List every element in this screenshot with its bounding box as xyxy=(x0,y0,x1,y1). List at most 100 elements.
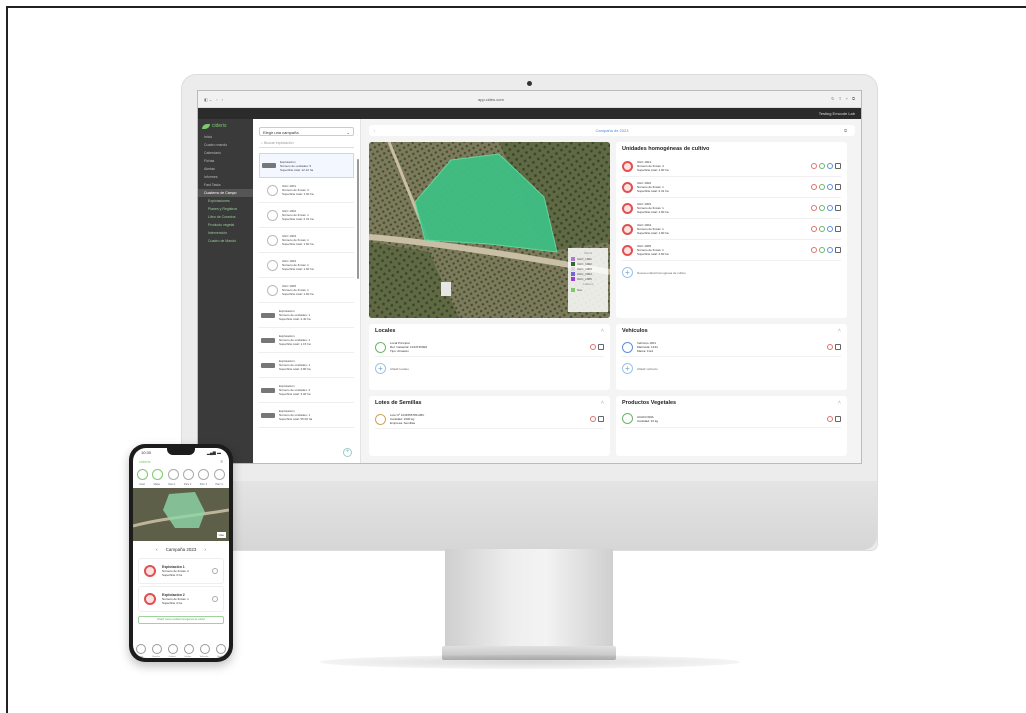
info-icon[interactable] xyxy=(819,205,825,211)
add-local-button[interactable]: + Añadir locales xyxy=(375,363,604,374)
legend-toggle[interactable]: Uso xyxy=(571,288,605,292)
share-icon[interactable]: ⇪ xyxy=(838,96,841,101)
list-item[interactable]: UHC 1003 Número de fincas: 1 Superficie to… xyxy=(259,228,354,253)
local-row[interactable]: Local Principal Ref. Catastral: 1234T454… xyxy=(375,338,604,357)
nav-icon[interactable] xyxy=(216,644,226,654)
view-icon[interactable] xyxy=(827,184,833,190)
legend-item[interactable]: UHC_1004 xyxy=(571,272,605,276)
phone-add-uhc-button[interactable]: Añadir nueva unidad homogénea de cultivo xyxy=(138,616,224,624)
list-item[interactable]: Explotación Número de unidades: 1 Superfic… xyxy=(259,303,354,328)
list-item[interactable]: Explotación Número de unidades: 1 Superfic… xyxy=(259,353,354,378)
add-uhc-button[interactable]: + Nueva unidad homogénea de cultivo xyxy=(622,267,841,278)
search-input[interactable]: ⌕ Buscar explotación xyxy=(259,140,354,148)
info-icon[interactable] xyxy=(819,226,825,232)
edit-icon[interactable] xyxy=(835,344,841,350)
list-item[interactable]: UHC 1005 Número de fincas: 1 Superficie to… xyxy=(259,278,354,303)
parcel-icon[interactable] xyxy=(198,469,210,480)
list-item[interactable]: Explotación Número de unidades: 5 Superfic… xyxy=(259,153,354,178)
uhc-row[interactable]: UHC 1002 Número de fincas: 1 Superficie to… xyxy=(622,177,841,198)
delete-icon[interactable] xyxy=(827,344,833,350)
parcel-icon[interactable] xyxy=(213,469,225,480)
delete-icon[interactable] xyxy=(811,184,817,190)
sidebar-item[interactable]: Producto vegetal xyxy=(198,221,253,229)
delete-icon[interactable] xyxy=(811,247,817,253)
nav-icon[interactable] xyxy=(136,644,146,654)
back-icon[interactable]: ‹ xyxy=(216,97,217,102)
collapse-arrow-icon[interactable]: ˄ xyxy=(601,328,604,334)
phone-explotacion-card[interactable]: Explotación 2 Número de fincas: 1 Superfic… xyxy=(138,586,224,612)
legend-item[interactable]: UHC_1002 xyxy=(571,262,605,266)
app-logo[interactable]: cideris xyxy=(198,123,253,133)
legend-item[interactable]: UHC_1005 xyxy=(571,277,605,281)
view-icon[interactable] xyxy=(827,205,833,211)
view-icon[interactable] xyxy=(827,226,833,232)
legend-item[interactable]: UHC_1003 xyxy=(571,267,605,271)
satellite-map[interactable]: UHCs UHC_1001 UHC_1002 UHC_1003 UHC_1004 UHC… xyxy=(369,142,610,318)
collapse-arrow-icon[interactable]: ˄ xyxy=(601,400,604,406)
list-item[interactable]: UHC 1001 Número de fincas: 3 Superficie to… xyxy=(259,178,354,203)
sidebar-item[interactable]: Planes y Registros xyxy=(198,205,253,213)
url-bar[interactable]: app.cides.com xyxy=(478,97,504,102)
campaign-title[interactable]: Campaña de 2023 xyxy=(596,128,629,133)
add-vehiculo-button[interactable]: + Añadir vehículo xyxy=(622,363,841,374)
edit-icon[interactable] xyxy=(835,205,841,211)
collapse-arrow-icon[interactable]: ˄ xyxy=(838,328,841,334)
list-item[interactable]: Explotación Número de unidades: 1 Superfic… xyxy=(259,328,354,353)
nav-icon[interactable] xyxy=(200,644,210,654)
info-icon[interactable] xyxy=(819,163,825,169)
producto-row[interactable]: ACHICORIA Cantidad: 10 kg xyxy=(622,410,841,428)
delete-icon[interactable] xyxy=(590,344,596,350)
list-item[interactable]: Explotación Número de unidades: 2 Superfic… xyxy=(259,378,354,403)
sidebar-item[interactable]: Inicio xyxy=(198,133,253,141)
add-explotacion-button[interactable]: + xyxy=(343,448,352,457)
list-scrollbar[interactable] xyxy=(357,159,359,279)
sidebar-item[interactable]: Alertas xyxy=(198,165,253,173)
phone-map[interactable]: Uso xyxy=(133,488,229,541)
edit-icon[interactable] xyxy=(598,416,604,422)
sidebar-toggle-icon[interactable]: ◧ ⌄ xyxy=(204,97,212,102)
uhc-row[interactable]: UHC 1005 Número de fincas: 1 Superficie to… xyxy=(622,240,841,261)
delete-icon[interactable] xyxy=(811,226,817,232)
list-item[interactable]: UHC 1002 Número de fincas: 1 Superficie to… xyxy=(259,203,354,228)
vehiculo-row[interactable]: Vehículo 1001 Matrícula: 1234 Marca: For… xyxy=(622,338,841,357)
list-item[interactable]: Explotación Número de unidades: 1 Superfic… xyxy=(259,403,354,428)
more-icon[interactable] xyxy=(212,568,218,574)
map-badge[interactable]: Uso xyxy=(216,532,226,538)
sidebar-item[interactable]: Libro de Cosecha xyxy=(198,213,253,221)
sidebar-item[interactable]: Cuaderno de Campo xyxy=(198,189,253,197)
view-icon[interactable] xyxy=(827,247,833,253)
legend-item[interactable]: UHC_1001 xyxy=(571,257,605,261)
edit-icon[interactable] xyxy=(835,415,841,422)
parcel-icon[interactable] xyxy=(167,469,179,480)
edit-icon[interactable] xyxy=(598,344,604,350)
delete-icon[interactable] xyxy=(590,416,596,422)
user-name[interactable]: Testing Emcode Lab xyxy=(819,111,855,116)
edit-icon[interactable] xyxy=(835,226,841,232)
uhc-row[interactable]: UHC 1003 Número de fincas: 1 Superficie to… xyxy=(622,198,841,219)
menu-icon[interactable]: ≡ xyxy=(221,459,223,464)
sidebar-item[interactable]: Fast Tasks xyxy=(198,181,253,189)
next-arrow-icon[interactable]: › xyxy=(204,547,206,552)
reload-icon[interactable]: ↻ xyxy=(831,96,834,101)
info-icon[interactable] xyxy=(819,184,825,190)
parcel-icon[interactable] xyxy=(183,469,195,480)
edit-icon[interactable] xyxy=(835,163,841,169)
delete-icon[interactable] xyxy=(811,163,817,169)
info-icon[interactable] xyxy=(819,247,825,253)
delete-icon[interactable] xyxy=(811,205,817,211)
edit-icon[interactable] xyxy=(835,184,841,190)
nav-icon[interactable] xyxy=(168,644,178,654)
forward-icon[interactable]: › xyxy=(222,97,223,102)
sidebar-item[interactable]: Cuadro mando xyxy=(198,141,253,149)
more-icon[interactable] xyxy=(212,596,218,602)
sidebar-item[interactable]: Intervención xyxy=(198,229,253,237)
edit-icon[interactable] xyxy=(835,247,841,253)
home-icon[interactable] xyxy=(137,469,149,480)
lote-row[interactable]: Lote Nº 1234556789 ABC Cantidad: 1000 kg… xyxy=(375,410,604,429)
collapse-arrow-icon[interactable]: ˄ xyxy=(838,400,841,406)
map-icon[interactable] xyxy=(152,469,164,480)
uhc-row[interactable]: UHC 1004 Número de fincas: 1 Superficie to… xyxy=(622,219,841,240)
new-tab-icon[interactable]: + xyxy=(846,96,848,101)
sidebar-item[interactable]: Calendario xyxy=(198,149,253,157)
phone-explotacion-card[interactable]: Explotación 1 Número de fincas: 2 Superfic… xyxy=(138,558,224,584)
